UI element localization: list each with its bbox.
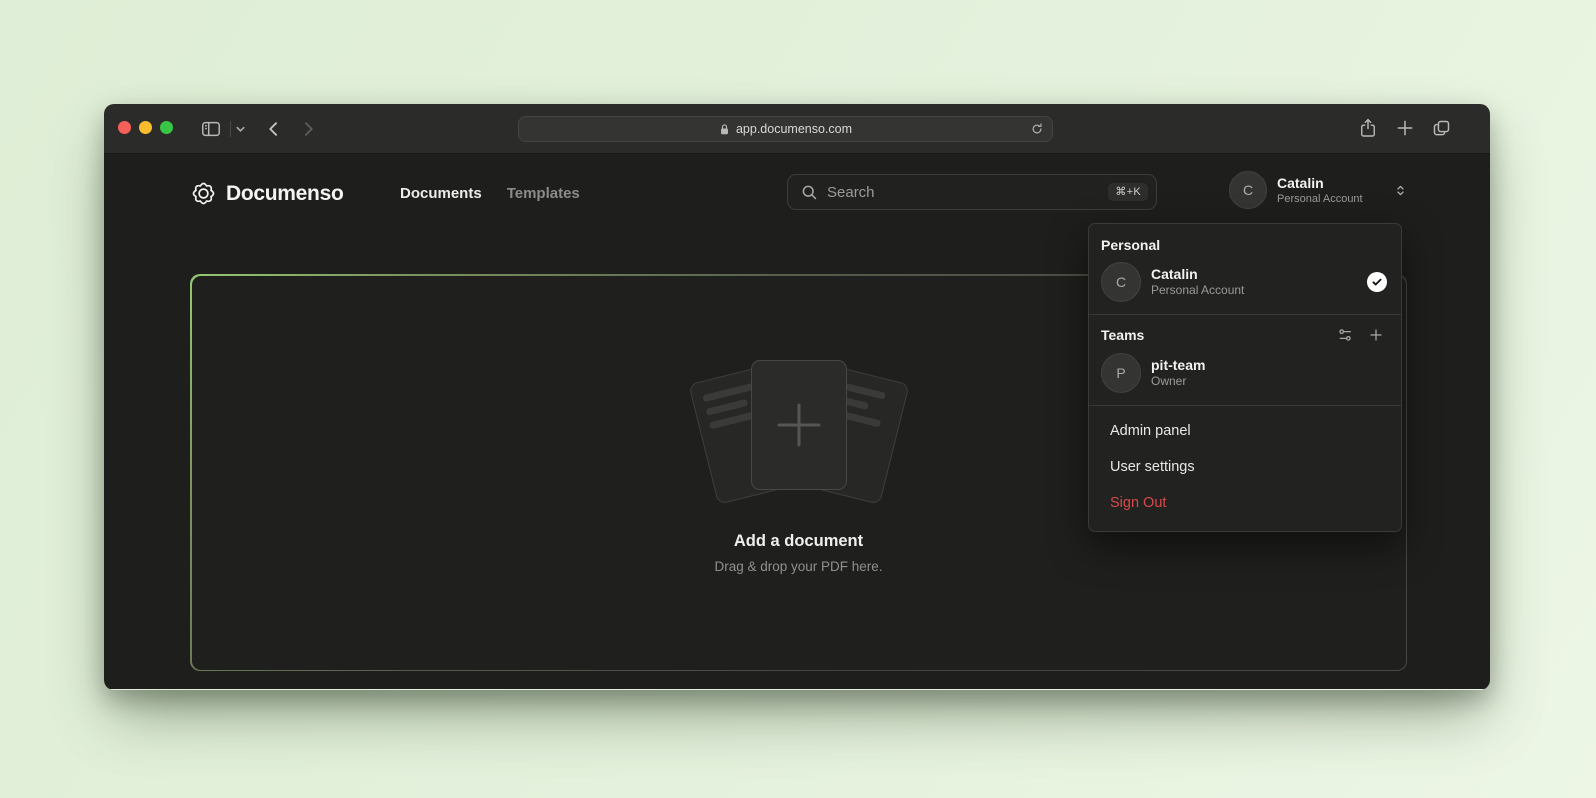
- personal-account-item[interactable]: C Catalin Personal Account: [1101, 262, 1389, 302]
- account-name: Catalin: [1277, 175, 1385, 192]
- selected-check-icon: [1367, 272, 1387, 292]
- browser-titlebar: app.documenso.com: [104, 104, 1490, 154]
- brand[interactable]: Documenso: [190, 180, 344, 207]
- personal-section: Personal C Catalin Personal Account: [1089, 224, 1401, 314]
- account-texts: Catalin Personal Account: [1277, 175, 1385, 206]
- dropzone-content: Add a document Drag & drop your PDF here…: [674, 360, 924, 574]
- avatar: C: [1101, 262, 1141, 302]
- account-dropdown-menu: Personal C Catalin Personal Account Team…: [1088, 223, 1402, 532]
- chevrons-up-down-icon: [1393, 183, 1408, 198]
- create-team-icon[interactable]: [1368, 327, 1384, 343]
- teams-section: Teams P pit-t: [1089, 315, 1401, 405]
- personal-account-name: Catalin: [1151, 266, 1367, 283]
- search-icon: [801, 184, 818, 201]
- zoom-window-button[interactable]: [160, 121, 173, 134]
- url-text: app.documenso.com: [736, 122, 852, 136]
- search-bar[interactable]: ⌘+K: [787, 174, 1157, 210]
- back-button-icon[interactable]: [264, 119, 284, 139]
- menu-item-user-settings[interactable]: User settings: [1089, 449, 1401, 485]
- lock-icon: [719, 123, 730, 136]
- page-content: Documenso Documents Templates ⌘+K C Cata…: [104, 154, 1490, 689]
- brand-name: Documenso: [226, 182, 344, 206]
- teams-section-label: Teams: [1101, 327, 1337, 343]
- titlebar-divider: [230, 121, 231, 137]
- address-bar[interactable]: app.documenso.com: [518, 116, 1053, 142]
- forward-button-icon[interactable]: [298, 119, 318, 139]
- team-name: pit-team: [1151, 357, 1389, 374]
- search-input[interactable]: [827, 184, 1108, 201]
- personal-section-label: Personal: [1101, 234, 1389, 262]
- personal-account-texts: Catalin Personal Account: [1151, 266, 1367, 298]
- minimize-window-button[interactable]: [139, 121, 152, 134]
- nav-link-documents[interactable]: Documents: [400, 185, 482, 202]
- account-type: Personal Account: [1277, 192, 1385, 206]
- account-menu-trigger[interactable]: C Catalin Personal Account: [1229, 171, 1408, 209]
- plus-icon: [774, 400, 824, 450]
- menu-items: Admin panel User settings Sign Out: [1089, 406, 1401, 531]
- avatar: P: [1101, 353, 1141, 393]
- share-icon[interactable]: [1358, 117, 1378, 140]
- sidebar-toggle-icon[interactable]: [200, 118, 222, 140]
- avatar: C: [1229, 171, 1267, 209]
- app-navbar: Documenso Documents Templates ⌘+K C Cata…: [104, 154, 1490, 230]
- team-role: Owner: [1151, 374, 1389, 389]
- tab-group-chevron-icon[interactable]: [235, 124, 246, 135]
- documenso-logo-icon: [190, 180, 217, 207]
- menu-item-sign-out[interactable]: Sign Out: [1089, 485, 1401, 521]
- traffic-lights: [118, 121, 173, 134]
- teams-header: Teams: [1101, 325, 1389, 353]
- team-texts: pit-team Owner: [1151, 357, 1389, 389]
- nav-link-templates[interactable]: Templates: [507, 185, 580, 202]
- personal-account-subtitle: Personal Account: [1151, 283, 1367, 298]
- document-card-add: [751, 360, 847, 490]
- close-window-button[interactable]: [118, 121, 131, 134]
- documents-illustration: [674, 360, 924, 510]
- tab-overview-icon[interactable]: [1431, 118, 1452, 139]
- manage-teams-icon[interactable]: [1337, 327, 1353, 343]
- dropzone-subtitle: Drag & drop your PDF here.: [674, 559, 924, 574]
- reload-icon[interactable]: [1030, 122, 1044, 141]
- nav-links: Documents Templates: [400, 185, 580, 202]
- teams-actions: [1337, 327, 1384, 343]
- menu-item-admin-panel[interactable]: Admin panel: [1089, 413, 1401, 449]
- new-tab-icon[interactable]: [1395, 118, 1415, 138]
- browser-window: app.documenso.com: [104, 104, 1490, 690]
- search-shortcut-badge: ⌘+K: [1108, 183, 1148, 201]
- team-item[interactable]: P pit-team Owner: [1101, 353, 1389, 393]
- dropzone-title: Add a document: [674, 532, 924, 551]
